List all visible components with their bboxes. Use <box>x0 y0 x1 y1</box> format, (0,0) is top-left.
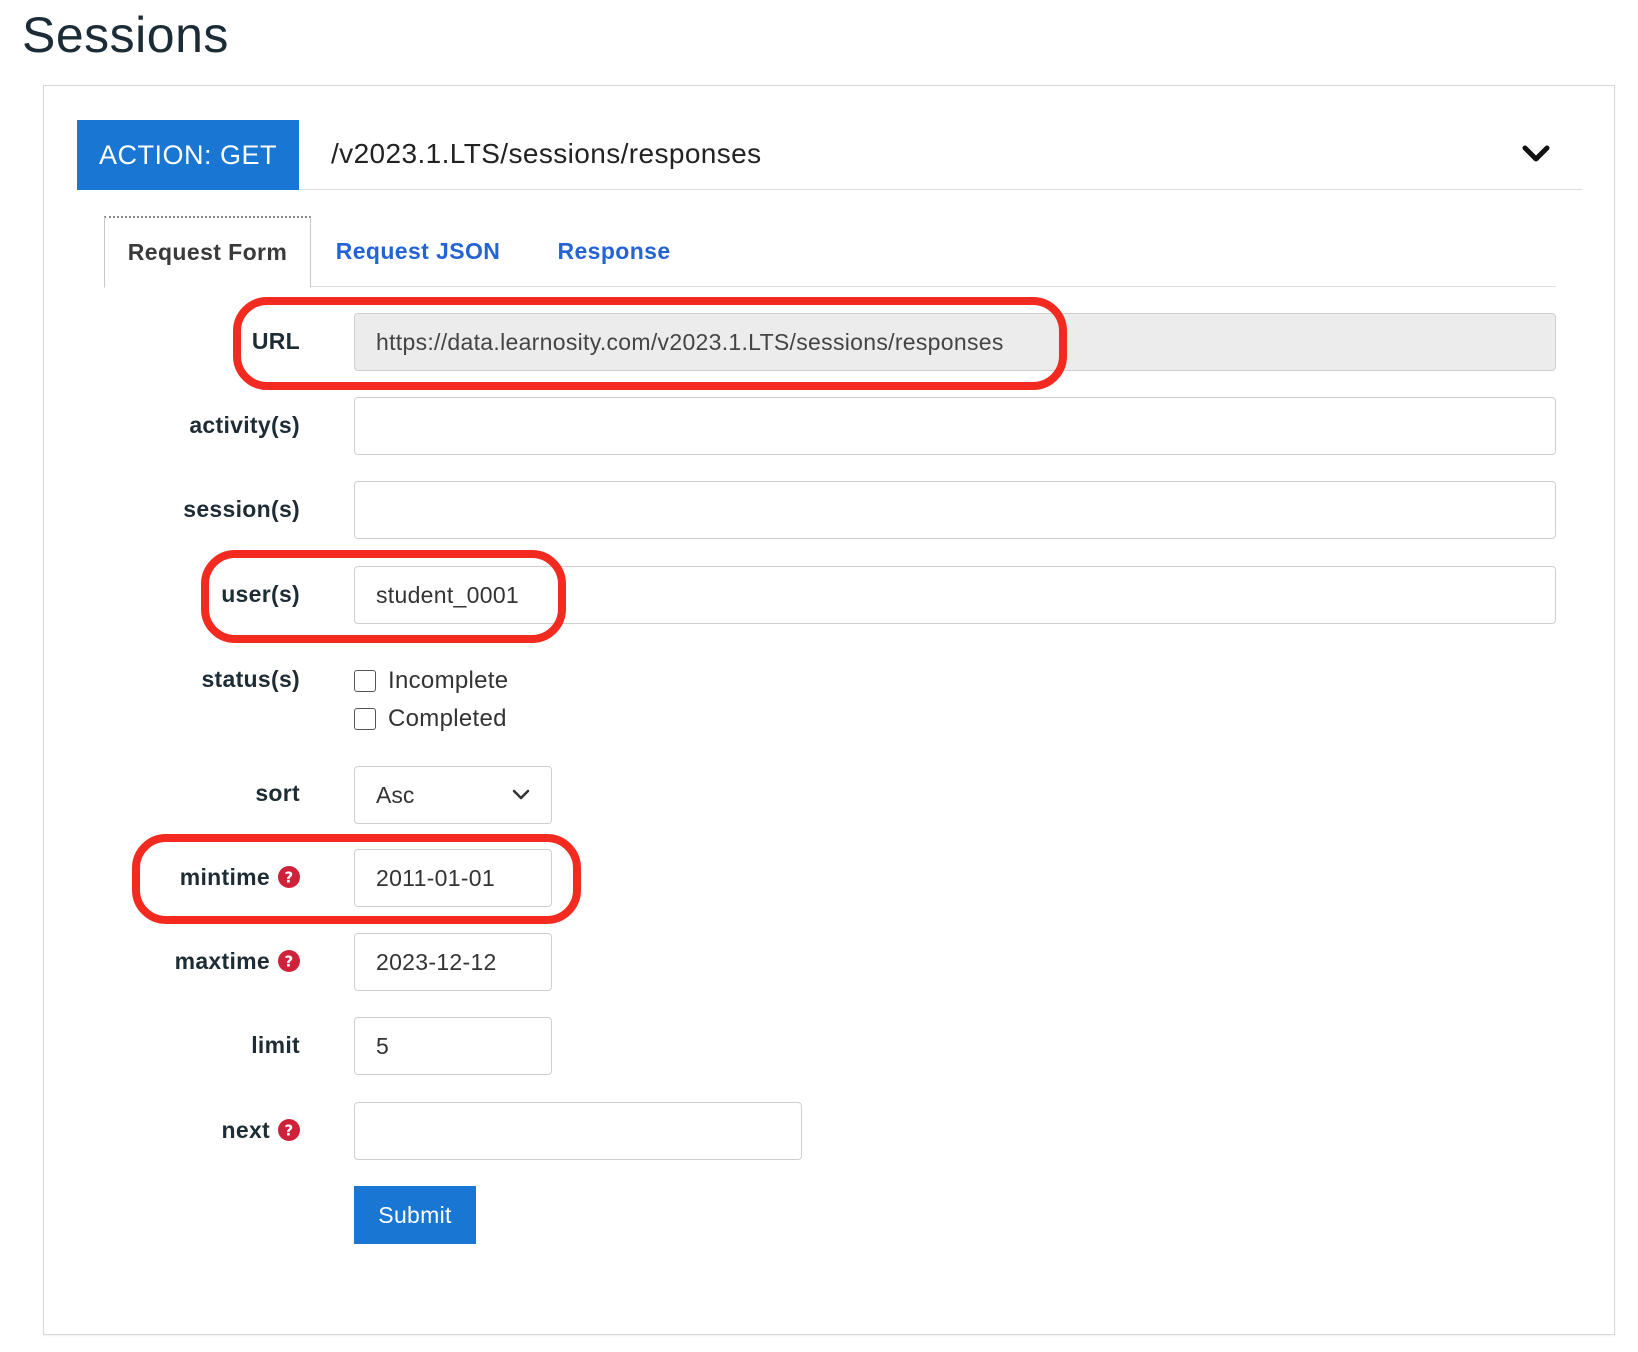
url-label: URL <box>251 328 300 354</box>
limit-label: limit <box>251 1032 300 1058</box>
question-circle-icon[interactable]: ? <box>278 866 300 888</box>
activities-label: activity(s) <box>189 412 300 438</box>
svg-text:?: ? <box>284 1122 293 1140</box>
submit-button[interactable]: Submit <box>354 1186 476 1244</box>
statuses-label: status(s) <box>201 666 300 692</box>
completed-checkbox[interactable] <box>354 708 376 730</box>
svg-text:?: ? <box>284 953 293 971</box>
users-label: user(s) <box>221 581 300 607</box>
status-option-incomplete[interactable]: Incomplete <box>354 667 508 695</box>
chevron-down-icon <box>1522 145 1550 162</box>
completed-checkbox-label: Completed <box>388 705 507 732</box>
action-bar[interactable]: ACTION: GET /v2023.1.LTS/sessions/respon… <box>77 120 1582 190</box>
question-circle-icon[interactable]: ? <box>278 950 300 972</box>
tab-request-form[interactable]: Request Form <box>104 216 311 288</box>
question-circle-icon[interactable]: ? <box>278 1119 300 1141</box>
activities-input[interactable] <box>354 397 1556 455</box>
page-title: Sessions <box>22 7 229 63</box>
users-input[interactable] <box>354 566 1556 624</box>
collapse-toggle-button[interactable] <box>1518 136 1554 172</box>
limit-input[interactable] <box>354 1017 552 1075</box>
tab-request-json[interactable]: Request JSON <box>323 216 513 287</box>
incomplete-checkbox-label: Incomplete <box>388 667 509 694</box>
sort-label: sort <box>255 780 300 806</box>
sort-selected-value: Asc <box>376 781 415 808</box>
url-field[interactable] <box>354 313 1556 371</box>
sort-select[interactable]: Asc <box>354 766 552 824</box>
maxtime-input[interactable] <box>354 933 552 991</box>
tab-response[interactable]: Response <box>549 216 679 287</box>
action-method-badge: ACTION: GET <box>77 120 299 190</box>
sessions-label: session(s) <box>183 496 300 522</box>
status-option-completed[interactable]: Completed <box>354 705 507 733</box>
maxtime-label: maxtime? <box>0 948 300 975</box>
mintime-input[interactable] <box>354 849 552 907</box>
select-chevron-down-icon <box>512 789 530 800</box>
svg-text:?: ? <box>284 869 293 887</box>
incomplete-checkbox[interactable] <box>354 670 376 692</box>
endpoint-path: /v2023.1.LTS/sessions/responses <box>331 138 762 169</box>
next-input[interactable] <box>354 1102 802 1160</box>
sessions-input[interactable] <box>354 481 1556 539</box>
mintime-label: mintime? <box>0 864 300 891</box>
request-tabs: Request Form Request JSON Response <box>104 216 1556 288</box>
next-label: next? <box>0 1117 300 1144</box>
